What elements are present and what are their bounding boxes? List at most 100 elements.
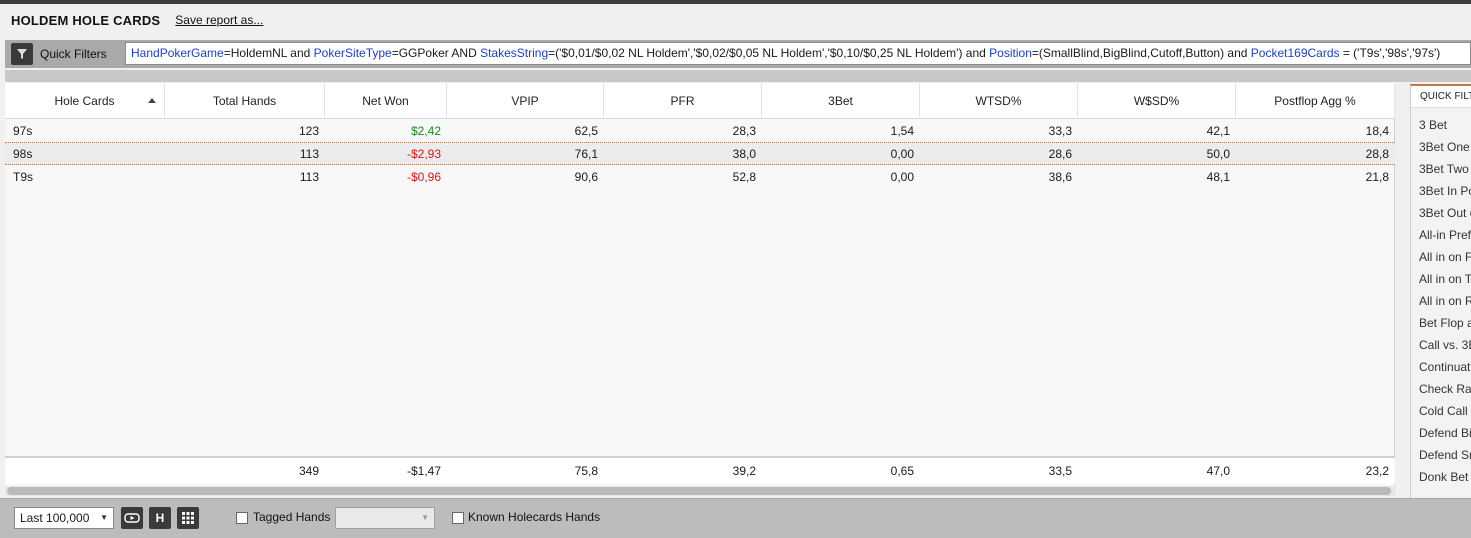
chevron-down-icon: ▼: [100, 513, 108, 522]
report-title: HOLDEM HOLE CARDS: [11, 12, 161, 28]
table-header: Hole Cards Total Hands Net Won VPIP PFR …: [5, 83, 1395, 119]
filter-keyword: Pocket169Cards: [1250, 46, 1340, 60]
quick-filter-item[interactable]: Defend Sr: [1411, 444, 1471, 466]
quick-filter-item[interactable]: All in on F: [1411, 246, 1471, 268]
tag-select[interactable]: ▼: [335, 507, 435, 529]
grid-view-icon[interactable]: [177, 507, 199, 529]
total-postflop-agg: 23,2: [1365, 464, 1389, 478]
chevron-down-icon: ▼: [421, 513, 429, 522]
filter-keyword: HandPokerGame: [131, 46, 224, 60]
filter-text: =(SmallBlind,BigBlind,Cutoff,Button) and: [1031, 46, 1251, 60]
cell-pfr: 52,8: [732, 169, 756, 184]
column-header-3bet[interactable]: 3Bet: [762, 83, 920, 119]
cell-wsd: 50,0: [1206, 146, 1230, 161]
quick-filter-item[interactable]: 3Bet Out o: [1411, 202, 1471, 224]
column-header-hole-cards[interactable]: Hole Cards: [5, 83, 165, 119]
quick-filter-item[interactable]: Bet Flop a: [1411, 312, 1471, 334]
hand-range-select[interactable]: Last 100,000 ▼: [14, 507, 114, 529]
quick-filter-item[interactable]: 3Bet Two I: [1411, 158, 1471, 180]
total-3bet: 0,65: [890, 464, 914, 478]
quick-filters-label: Quick Filters: [40, 47, 107, 61]
filter-text: =('$0,01/$0,02 NL Holdem','$0,02/$0,05 N…: [548, 46, 990, 60]
quick-filter-item[interactable]: Check Rai: [1411, 378, 1471, 400]
column-header-total-hands[interactable]: Total Hands: [165, 83, 325, 119]
cell-postflop-agg: 28,8: [1365, 146, 1389, 161]
known-holecards-checkbox[interactable]: [452, 512, 464, 524]
known-holecards-label: Known Holecards Hands: [468, 510, 601, 524]
quick-filter-item[interactable]: All in on R: [1411, 290, 1471, 312]
replay-icon[interactable]: [121, 507, 143, 529]
cell-wtsd: 38,6: [1048, 169, 1072, 184]
column-header-pfr[interactable]: PFR: [604, 83, 762, 119]
quick-filters-list: 3 Bet 3Bet One 3Bet Two I 3Bet In Po 3Be…: [1411, 108, 1471, 488]
cell-postflop-agg: 18,4: [1365, 123, 1389, 138]
cell-total-hands: 113: [299, 146, 319, 161]
report-header: HOLDEM HOLE CARDS Save report as...: [0, 4, 1471, 36]
quick-filter-item[interactable]: Continuat: [1411, 356, 1471, 378]
cell-vpip: 76,1: [574, 146, 598, 161]
quick-filter-item[interactable]: 3 Bet: [1411, 114, 1471, 136]
cell-vpip: 62,5: [574, 123, 598, 138]
total-vpip: 75,8: [574, 464, 598, 478]
total-wtsd: 33,5: [1048, 464, 1072, 478]
filter-icon[interactable]: [11, 43, 33, 65]
sort-ascending-icon: [148, 98, 156, 103]
filter-keyword: PokerSiteType: [313, 46, 392, 60]
cell-3bet: 0,00: [890, 169, 914, 184]
cell-hole-cards: 97s: [13, 123, 33, 138]
total-net-won: -$1,47: [406, 464, 441, 478]
total-wsd: 47,0: [1206, 464, 1230, 478]
cell-postflop-agg: 21,8: [1365, 169, 1389, 184]
hole-cards-table: Hole Cards Total Hands Net Won VPIP PFR …: [5, 83, 1395, 486]
cell-total-hands: 123: [298, 123, 319, 138]
total-pfr: 39,2: [732, 464, 756, 478]
cell-vpip: 90,6: [574, 169, 598, 184]
tagged-hands-label: Tagged Hands: [253, 510, 331, 524]
quick-filter-item[interactable]: Cold Call: [1411, 400, 1471, 422]
cell-3bet: 0,00: [890, 146, 914, 161]
quick-filters-panel-title: QUICK FILT: [1411, 86, 1471, 108]
cell-wtsd: 33,3: [1048, 123, 1072, 138]
quick-filter-item[interactable]: 3Bet In Po: [1411, 180, 1471, 202]
filter-text: =GGPoker AND: [391, 46, 481, 60]
total-hands: 349: [298, 464, 319, 478]
cell-3bet: 1,54: [890, 123, 914, 138]
quick-filter-item[interactable]: Call vs. 3B: [1411, 334, 1471, 356]
cell-pfr: 38,0: [732, 146, 756, 161]
column-header-wsd[interactable]: W$SD%: [1078, 83, 1236, 119]
scrollbar-thumb[interactable]: [7, 487, 1391, 495]
filter-text: =HoldemNL and: [223, 46, 314, 60]
cell-hole-cards: 98s: [13, 146, 33, 161]
table-row-selected[interactable]: 98s 113 -$2,93 76,1 38,0 0,00 28,6 50,0 …: [5, 142, 1395, 165]
hand-range-value: Last 100,000: [20, 511, 90, 525]
filter-keyword: Position: [989, 46, 1032, 60]
column-header-postflop-agg[interactable]: Postflop Agg %: [1236, 83, 1395, 119]
cell-total-hands: 113: [299, 169, 319, 184]
filter-keyword: StakesString: [480, 46, 549, 60]
cell-hole-cards: T9s: [13, 169, 34, 184]
table-row[interactable]: T9s 113 -$0,96 90,6 52,8 0,00 38,6 48,1 …: [5, 165, 1395, 188]
cell-wsd: 42,1: [1206, 123, 1230, 138]
quick-filters-panel: QUICK FILT 3 Bet 3Bet One 3Bet Two I 3Be…: [1410, 84, 1471, 498]
column-header-wtsd[interactable]: WTSD%: [920, 83, 1078, 119]
quick-filter-bar: Quick Filters HandPokerGame=HoldemNL and…: [5, 40, 1471, 68]
column-header-vpip[interactable]: VPIP: [447, 83, 604, 119]
table-row[interactable]: 97s 123 $2,42 62,5 28,3 1,54 33,3 42,1 1…: [5, 119, 1395, 142]
table-totals-row: 349 -$1,47 75,8 39,2 0,65 33,5 47,0 23,2: [5, 456, 1395, 484]
horizontal-scrollbar[interactable]: [5, 486, 1395, 496]
quick-filter-item[interactable]: All in on T: [1411, 268, 1471, 290]
tagged-hands-checkbox[interactable]: [236, 512, 248, 524]
panel-separator: [5, 70, 1471, 82]
save-report-link[interactable]: Save report as...: [175, 13, 263, 27]
table-body: 97s 123 $2,42 62,5 28,3 1,54 33,3 42,1 1…: [5, 119, 1395, 188]
column-header-net-won[interactable]: Net Won: [325, 83, 447, 119]
filter-expression-input[interactable]: HandPokerGame=HoldemNL and PokerSiteType…: [125, 42, 1471, 65]
cell-net-won: $2,42: [410, 123, 441, 138]
quick-filter-item[interactable]: 3Bet One: [1411, 136, 1471, 158]
quick-filter-item[interactable]: Defend Bi: [1411, 422, 1471, 444]
quick-filter-item[interactable]: Donk Bet: [1411, 466, 1471, 488]
filter-text: = ('T9s','98s','97s'): [1339, 46, 1441, 60]
quick-filter-item[interactable]: All-in Pref: [1411, 224, 1471, 246]
cell-net-won: -$2,93: [406, 146, 441, 161]
hud-toggle-button[interactable]: H: [149, 507, 171, 529]
